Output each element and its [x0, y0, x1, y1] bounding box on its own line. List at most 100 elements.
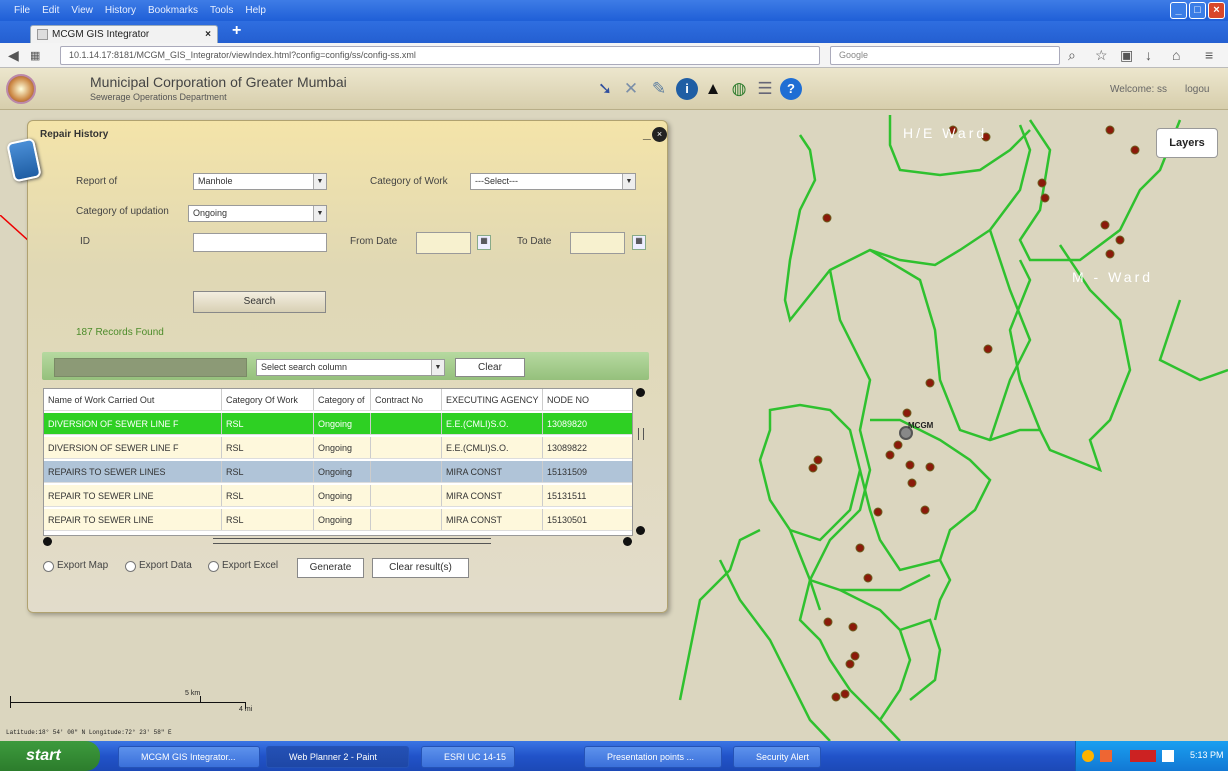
report-of-select[interactable]: Manhole ▼ [193, 173, 327, 190]
table-row[interactable]: REPAIRS TO SEWER LINES RSL Ongoing MIRA … [44, 461, 632, 483]
bookmark-star-icon[interactable]: ☆ [1095, 47, 1108, 64]
repair-point [1040, 193, 1050, 203]
category-work-select[interactable]: ---Select--- ▼ [470, 173, 636, 190]
cell-node: 13089820 [547, 419, 588, 429]
maximize-button[interactable]: □ [1189, 2, 1206, 19]
tray-icon[interactable] [1130, 750, 1156, 762]
download-icon[interactable]: ↓ [1145, 47, 1152, 63]
records-found-text: 187 Records Found [76, 327, 164, 338]
measure-tool-icon[interactable]: ✎ [648, 78, 670, 100]
search-button[interactable]: Search [193, 291, 326, 313]
cell-name: REPAIR TO SEWER LINE [44, 485, 222, 506]
menu-file[interactable]: File [14, 5, 30, 19]
new-tab-button[interactable]: + [232, 22, 241, 40]
task-esri[interactable]: ESRI UC 14-15 [421, 746, 515, 768]
menu-help[interactable]: Help [245, 5, 266, 19]
clear-button[interactable]: Clear [455, 358, 525, 377]
layers-button[interactable]: Layers [1156, 128, 1218, 158]
export-map-radio[interactable] [43, 561, 54, 572]
column-header[interactable]: Category Of Work [222, 389, 314, 410]
menu-history[interactable]: History [105, 5, 136, 19]
table-row[interactable]: REPAIR TO SEWER LINE RSL Ongoing MIRA CO… [44, 485, 632, 507]
logout-link[interactable]: logou [1185, 84, 1209, 95]
ward-boundary [899, 618, 942, 701]
tray-icon[interactable] [1082, 750, 1094, 762]
report-of-value: Manhole [198, 176, 233, 186]
from-date-label: From Date [350, 236, 398, 247]
task-security[interactable]: Security Alert [733, 746, 821, 768]
menu-bookmarks[interactable]: Bookmarks [148, 5, 198, 19]
start-button[interactable]: start [0, 741, 100, 771]
export-data-radio[interactable] [125, 561, 136, 572]
close-window-button[interactable]: × [1208, 2, 1225, 19]
globe-icon[interactable]: ◍ [728, 78, 750, 100]
column-header[interactable]: Contract No [371, 389, 442, 410]
scroll-down-icon[interactable] [636, 526, 645, 535]
bookmarks-icon[interactable]: ▣ [1120, 47, 1133, 64]
zoom-tool-icon[interactable]: ✕ [620, 78, 642, 100]
scroll-up-icon[interactable] [636, 388, 645, 397]
column-header[interactable]: Name of Work Carried Out [44, 389, 222, 410]
from-date-input[interactable] [416, 232, 471, 254]
generate-button[interactable]: Generate [297, 558, 364, 578]
table-row[interactable]: DIVERSION OF SEWER LINE F RSL Ongoing E.… [44, 413, 632, 435]
cell-agency: MIRA CONST [442, 509, 543, 530]
minimize-button[interactable]: _ [1170, 2, 1187, 19]
help-icon[interactable]: ? [780, 78, 802, 100]
search-column-select[interactable]: Select search column ▼ [256, 359, 445, 376]
grid-vertical-scrollbar[interactable] [633, 388, 649, 536]
column-header[interactable]: Category of [314, 389, 371, 410]
task-mcgm[interactable]: MCGM GIS Integrator... [118, 746, 260, 768]
list-icon[interactable]: ☰ [754, 78, 776, 100]
grid-search-input[interactable] [54, 358, 247, 377]
calendar-icon[interactable]: ▦ [632, 235, 646, 250]
repair-point [808, 463, 818, 473]
table-row[interactable]: REPAIR TO SEWER LINE RSL Ongoing MIRA CO… [44, 509, 632, 531]
scroll-right-icon[interactable] [623, 537, 632, 546]
scroll-thumb[interactable] [213, 538, 491, 544]
repair-point [850, 651, 860, 661]
calendar-icon[interactable]: ▦ [477, 235, 491, 250]
tray-icon[interactable] [1100, 750, 1112, 762]
export-excel-radio[interactable] [208, 561, 219, 572]
back-icon[interactable]: ◀ [8, 47, 19, 64]
category-updation-label: Category of updation [76, 206, 169, 217]
panel-minimize-button[interactable]: _ [643, 125, 651, 141]
id-input[interactable] [193, 233, 327, 252]
ward-boundary [1158, 299, 1228, 382]
ward-boundary [839, 588, 912, 721]
panel-close-button[interactable]: × [652, 127, 667, 142]
home-icon[interactable]: ⌂ [1172, 47, 1180, 63]
repair-point [813, 455, 823, 465]
category-updation-select[interactable]: Ongoing ▼ [188, 205, 327, 222]
triangle-tool-icon[interactable]: ▲ [702, 78, 724, 100]
menu-icon[interactable]: ≡ [1205, 47, 1213, 63]
table-row[interactable]: DIVERSION OF SEWER LINE F RSL Ongoing E.… [44, 437, 632, 459]
info-icon[interactable]: i [676, 78, 698, 100]
clear-results-button[interactable]: Clear result(s) [372, 558, 469, 578]
column-header[interactable]: EXECUTING AGENCY [442, 389, 543, 410]
search-icon[interactable]: ⌕ [1068, 47, 1076, 64]
url-bar[interactable]: 10.1.14.17:8181/MCGM_GIS_Integrator/view… [60, 46, 820, 65]
menu-edit[interactable]: Edit [42, 5, 59, 19]
page-info-icon[interactable]: ▦ [30, 49, 40, 62]
scroll-left-icon[interactable] [43, 537, 52, 546]
tab-close-icon[interactable]: × [205, 29, 211, 40]
grid-horizontal-scrollbar[interactable] [43, 536, 649, 548]
cell-category: RSL [222, 509, 314, 530]
scale-tick [200, 696, 201, 703]
pan-tool-icon[interactable]: ➘ [594, 78, 616, 100]
task-paint[interactable]: Web Planner 2 - Paint [266, 746, 409, 768]
scroll-thumb[interactable] [638, 428, 644, 440]
menu-view[interactable]: View [71, 5, 93, 19]
to-date-input[interactable] [570, 232, 625, 254]
browser-tab[interactable]: MCGM GIS Integrator × [30, 25, 218, 43]
cell-contract [371, 413, 442, 434]
scale-km-label: 5 km [185, 690, 201, 697]
task-presentation[interactable]: Presentation points ... [584, 746, 722, 768]
scale-line [10, 702, 245, 703]
menu-tools[interactable]: Tools [210, 5, 233, 19]
search-input[interactable]: Google [830, 46, 1060, 65]
tray-icon[interactable] [1162, 750, 1174, 762]
column-header[interactable]: NODE NO [543, 389, 632, 410]
